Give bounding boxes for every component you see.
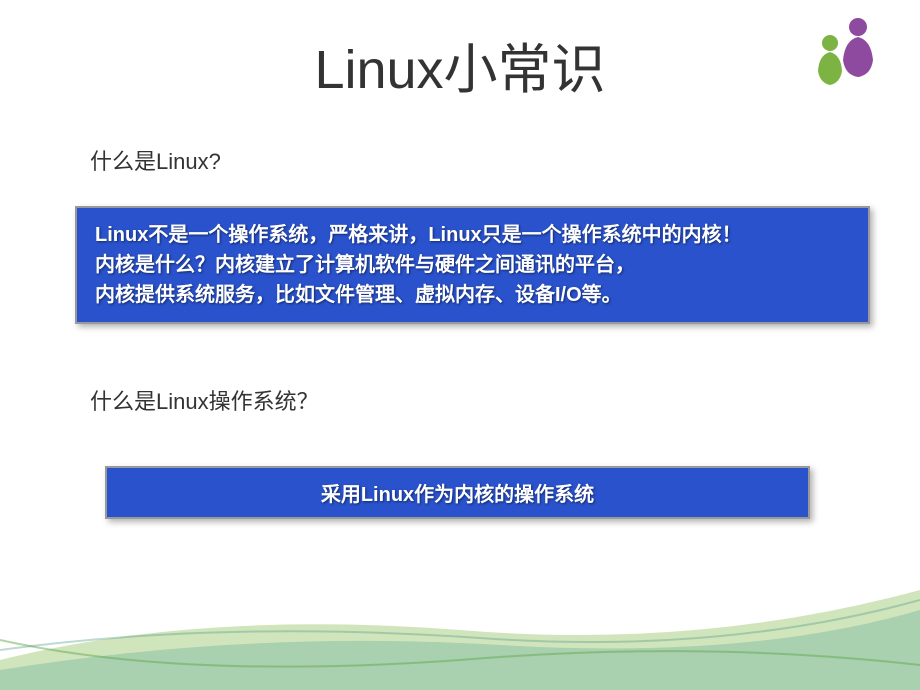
answer-1-line-1: Linux不是一个操作系统，严格来讲，Linux只是一个操作系统中的内核！: [95, 220, 850, 250]
question-2: 什么是Linux操作系统？: [90, 384, 880, 416]
page-title: Linux小常识: [40, 25, 880, 104]
slide-container: Linux小常识 什么是Linux? Linux不是一个操作系统，严格来讲，Li…: [0, 0, 920, 690]
answer-box-2: 采用Linux作为内核的操作系统: [105, 466, 810, 519]
question-1: 什么是Linux?: [90, 144, 880, 176]
decorative-swoosh: [0, 570, 920, 690]
answer-1-line-2: 内核是什么？内核建立了计算机软件与硬件之间通讯的平台，: [95, 250, 850, 280]
answer-box-1: Linux不是一个操作系统，严格来讲，Linux只是一个操作系统中的内核！ 内核…: [75, 206, 870, 324]
logo-icon: [810, 15, 890, 95]
answer-2: 采用Linux作为内核的操作系统: [125, 478, 790, 507]
answer-1-line-3: 内核提供系统服务，比如文件管理、虚拟内存、设备I/O等。: [95, 280, 850, 310]
